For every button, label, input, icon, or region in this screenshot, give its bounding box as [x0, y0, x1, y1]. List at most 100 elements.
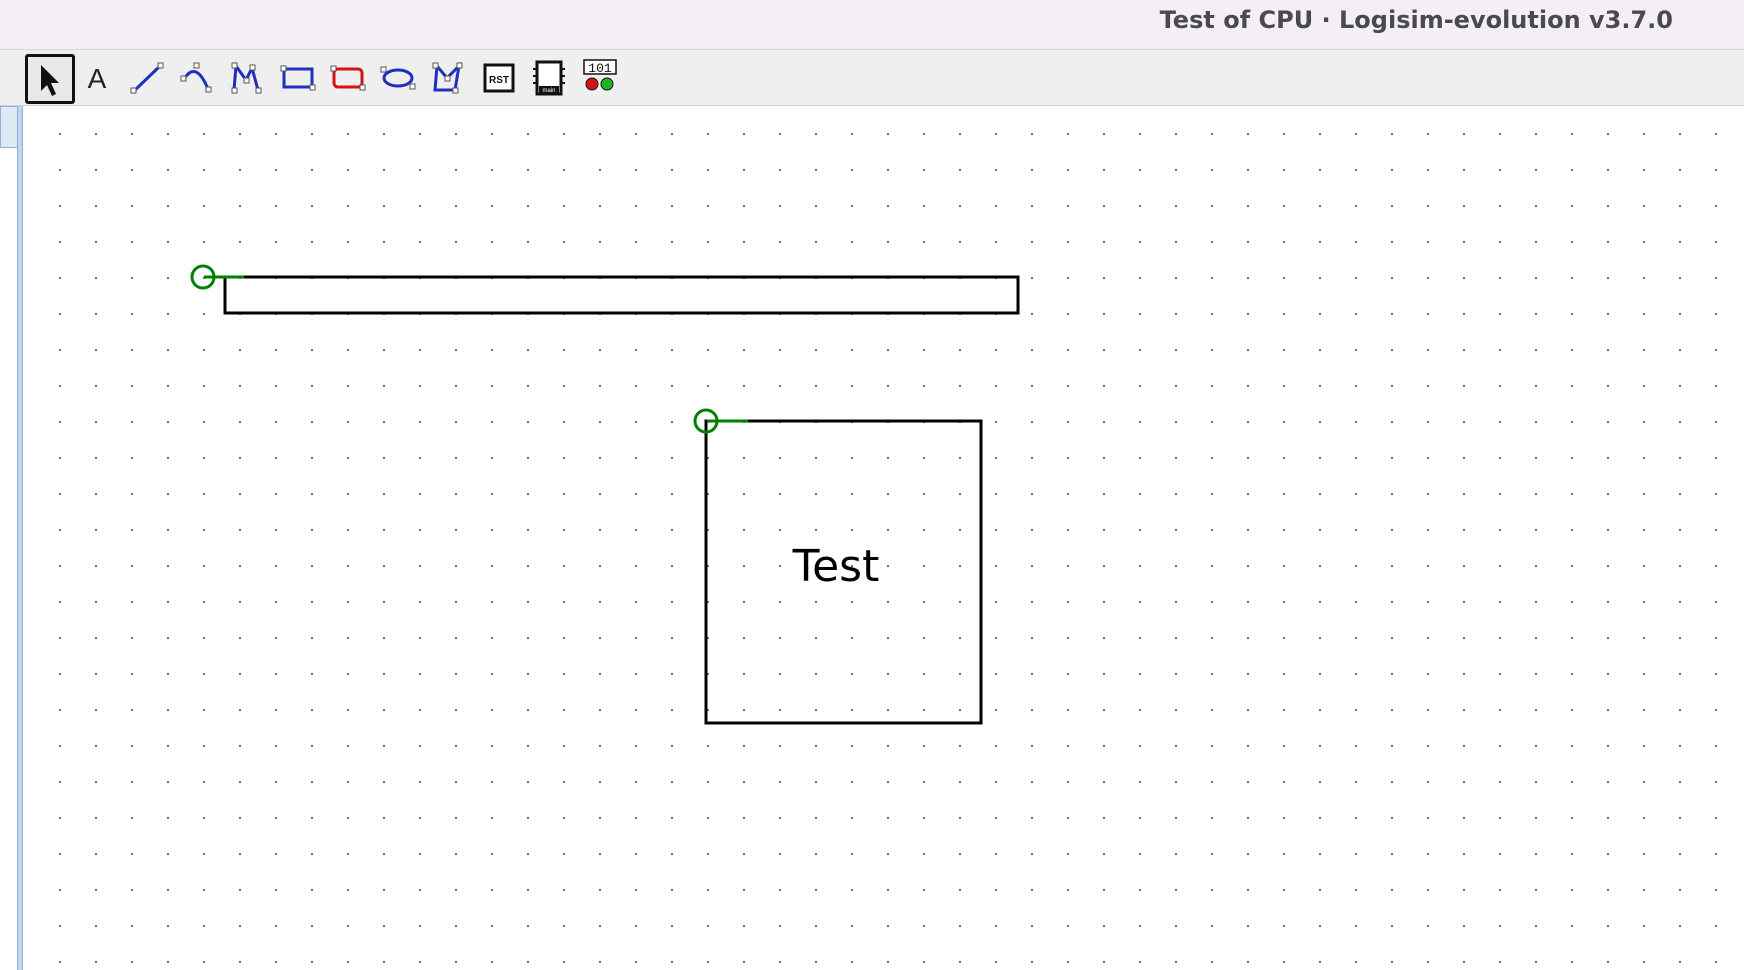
grid-dot — [671, 385, 673, 387]
grid-dot — [1607, 349, 1609, 351]
grid-dot — [1679, 853, 1681, 855]
panel-tab[interactable] — [0, 106, 18, 148]
left-panel-edge[interactable] — [0, 106, 26, 970]
grid-dot — [383, 601, 385, 603]
grid-dot — [1283, 349, 1285, 351]
grid-dot — [1607, 169, 1609, 171]
grid-dot — [1211, 169, 1213, 171]
grid-dot — [131, 169, 133, 171]
grid-dot — [779, 205, 781, 207]
grid-dot — [923, 565, 925, 567]
rectangle-icon — [280, 65, 316, 91]
grid-dot — [203, 565, 205, 567]
grid-dot — [1103, 457, 1105, 459]
grid-dot — [1031, 241, 1033, 243]
grid-dot — [59, 601, 61, 603]
grid-dot — [1175, 529, 1177, 531]
grid-dot — [779, 601, 781, 603]
grid-dot — [923, 961, 925, 963]
grid-dot — [383, 349, 385, 351]
line-tool-button[interactable] — [122, 54, 172, 104]
grid-dot — [455, 493, 457, 495]
grid-dot — [779, 493, 781, 495]
grid-dot — [311, 421, 313, 423]
grid-dot — [383, 421, 385, 423]
grid-dot — [1031, 205, 1033, 207]
grid-dot — [1355, 529, 1357, 531]
rectangle-tool-button[interactable] — [273, 54, 323, 104]
grid-dot — [1211, 745, 1213, 747]
splitter-handle[interactable] — [17, 106, 23, 970]
shape-text-label[interactable]: Test — [792, 541, 880, 592]
grid-dot — [1175, 961, 1177, 963]
grid-dot — [599, 673, 601, 675]
polyline-tool-button[interactable] — [222, 54, 272, 104]
grid-dot — [239, 421, 241, 423]
grid-dot — [599, 925, 601, 927]
grid-dot — [167, 241, 169, 243]
drawing-canvas[interactable]: Test — [26, 106, 1744, 970]
grid-dot — [1031, 385, 1033, 387]
grid-dot — [1355, 709, 1357, 711]
grid-dot — [455, 745, 457, 747]
grid-dot — [1607, 817, 1609, 819]
polyline-icon — [231, 61, 262, 94]
grid-dot — [1427, 421, 1429, 423]
grid-dot — [923, 241, 925, 243]
grid-dot — [527, 889, 529, 891]
grid-dot — [1211, 529, 1213, 531]
grid-dot — [1499, 493, 1501, 495]
grid-dot — [1643, 673, 1645, 675]
curve-tool-button[interactable] — [172, 54, 222, 104]
grid-dot — [1247, 241, 1249, 243]
grid-dot — [95, 925, 97, 927]
grid-dot — [311, 637, 313, 639]
grid-dot — [1715, 781, 1717, 783]
grid-dot — [707, 133, 709, 135]
text-tool-button[interactable]: A — [72, 54, 122, 104]
grid-dot — [887, 565, 889, 567]
grid-dot — [671, 925, 673, 927]
grid-dot — [887, 781, 889, 783]
grid-dot — [995, 673, 997, 675]
grid-dot — [95, 349, 97, 351]
grid-dot — [1643, 169, 1645, 171]
grid-dot — [347, 637, 349, 639]
shape-rectangle-wide[interactable] — [223, 275, 1020, 315]
grid-dot — [743, 241, 745, 243]
grid-dot — [1499, 637, 1501, 639]
rounded-rectangle-tool-button[interactable] — [323, 54, 373, 104]
grid-dot — [1067, 385, 1069, 387]
grid-dot — [743, 889, 745, 891]
grid-dot — [1499, 709, 1501, 711]
select-tool-button[interactable] — [25, 54, 75, 104]
grid-dot — [131, 925, 133, 927]
grid-dot — [779, 925, 781, 927]
grid-dot — [59, 853, 61, 855]
grid-dot — [1391, 709, 1393, 711]
grid-dot — [851, 457, 853, 459]
grid-dot — [59, 565, 61, 567]
grid-dot — [1139, 637, 1141, 639]
grid-dot — [1607, 565, 1609, 567]
polygon-tool-button[interactable] — [423, 54, 473, 104]
grid-dot — [1139, 817, 1141, 819]
grid-dot — [1607, 673, 1609, 675]
grid-dot — [779, 673, 781, 675]
grid-dot — [1103, 241, 1105, 243]
grid-dot — [167, 925, 169, 927]
grid-dot — [1391, 349, 1393, 351]
main-circuit-tool-button[interactable]: main — [524, 54, 574, 104]
grid-dot — [563, 385, 565, 387]
ellipse-tool-button[interactable] — [373, 54, 423, 104]
grid-dot — [1031, 133, 1033, 135]
reset-tool-button[interactable]: RST — [474, 54, 524, 104]
grid-dot — [1175, 925, 1177, 927]
grid-dot — [1067, 961, 1069, 963]
grid-dot — [1175, 565, 1177, 567]
grid-dot — [743, 709, 745, 711]
led-display-tool-button[interactable]: 101 — [574, 54, 624, 104]
grid-dot — [167, 817, 169, 819]
grid-dot — [1175, 853, 1177, 855]
grid-dot — [1247, 889, 1249, 891]
